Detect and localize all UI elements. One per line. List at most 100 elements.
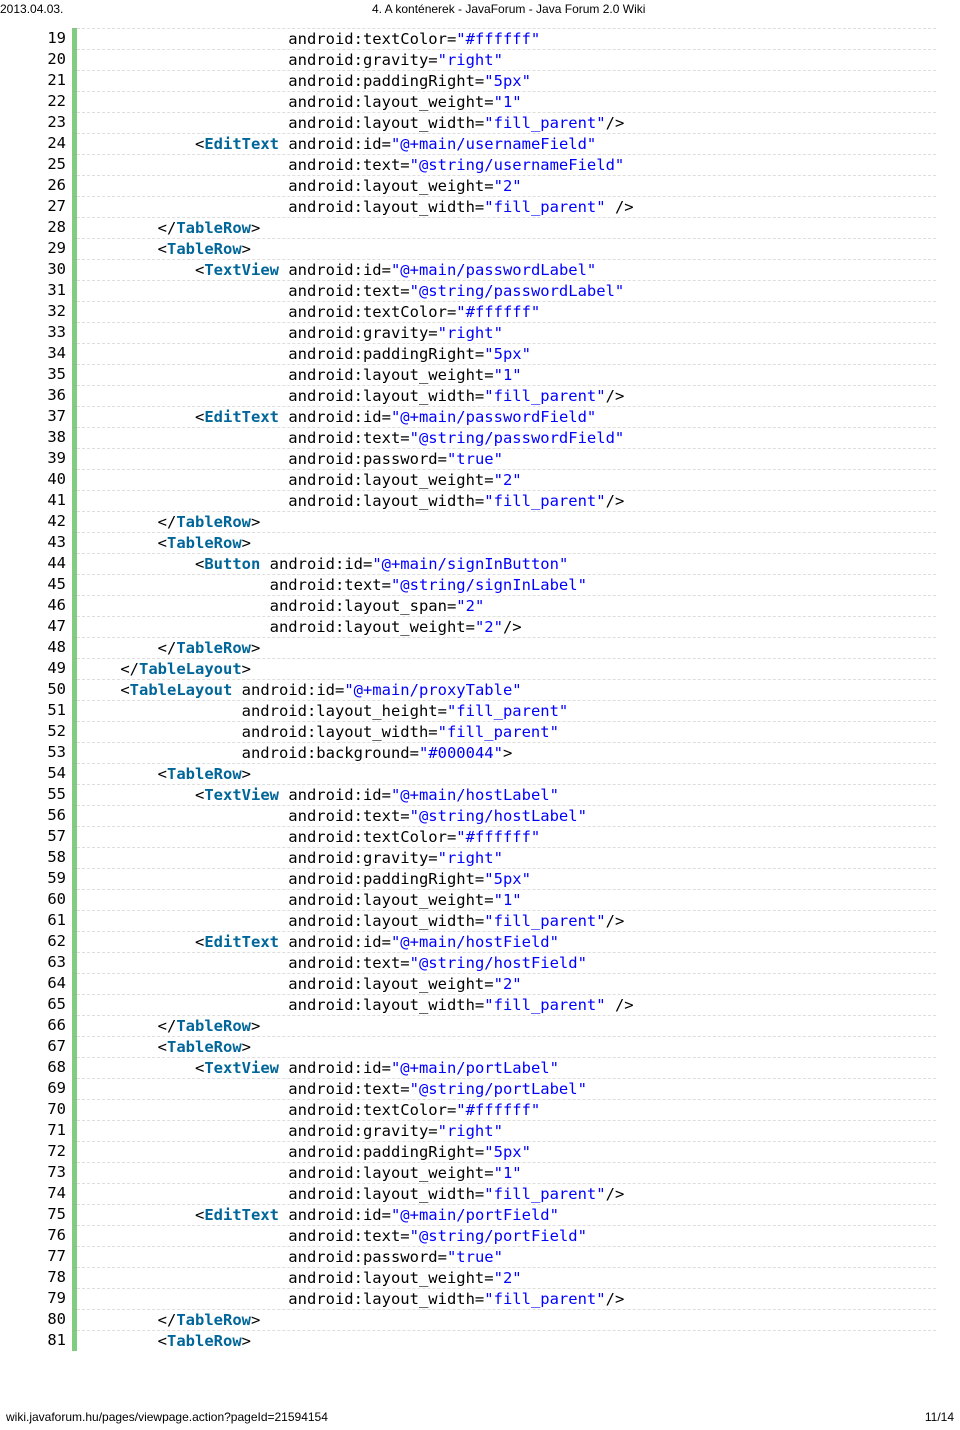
code-content: android:paddingRight="5px" [77, 70, 936, 91]
code-content: android:text="@string/passwordField" [77, 427, 936, 448]
line-number: 48 [36, 637, 72, 658]
line-number: 41 [36, 490, 72, 511]
code-content: android:layout_width="fill_parent"/> [77, 112, 936, 133]
line-number: 59 [36, 868, 72, 889]
code-line: 64 android:layout_weight="2" [36, 973, 936, 994]
code-content: <EditText android:id="@+main/portField" [77, 1204, 936, 1225]
line-number: 57 [36, 826, 72, 847]
line-number: 33 [36, 322, 72, 343]
code-content: android:text="@string/portLabel" [77, 1078, 936, 1099]
code-line: 65 android:layout_width="fill_parent" /> [36, 994, 936, 1015]
code-content: android:layout_width="fill_parent"/> [77, 910, 936, 931]
code-line: 63 android:text="@string/hostField" [36, 952, 936, 973]
line-number: 65 [36, 994, 72, 1015]
line-number: 39 [36, 448, 72, 469]
code-line: 44 <Button android:id="@+main/signInButt… [36, 553, 936, 574]
line-number: 73 [36, 1162, 72, 1183]
footer-page: 11/14 [925, 1410, 954, 1424]
code-line: 38 android:text="@string/passwordField" [36, 427, 936, 448]
line-number: 60 [36, 889, 72, 910]
line-number: 35 [36, 364, 72, 385]
code-content: android:text="@string/hostField" [77, 952, 936, 973]
code-line: 47 android:layout_weight="2"/> [36, 616, 936, 637]
code-line: 76 android:text="@string/portField" [36, 1225, 936, 1246]
code-content: <TableLayout android:id="@+main/proxyTab… [77, 679, 936, 700]
code-line: 81 <TableRow> [36, 1330, 936, 1351]
code-line: 43 <TableRow> [36, 532, 936, 553]
code-content: android:paddingRight="5px" [77, 1141, 936, 1162]
line-number: 62 [36, 931, 72, 952]
code-line: 42 </TableRow> [36, 511, 936, 532]
line-number: 61 [36, 910, 72, 931]
line-number: 31 [36, 280, 72, 301]
code-line: 77 android:password="true" [36, 1246, 936, 1267]
line-number: 19 [36, 28, 72, 49]
code-line: 53 android:background="#000044"> [36, 742, 936, 763]
code-line: 55 <TextView android:id="@+main/hostLabe… [36, 784, 936, 805]
code-line: 21 android:paddingRight="5px" [36, 70, 936, 91]
code-content: </TableRow> [77, 511, 936, 532]
code-content: <TextView android:id="@+main/hostLabel" [77, 784, 936, 805]
line-number: 63 [36, 952, 72, 973]
line-number: 22 [36, 91, 72, 112]
code-content: android:paddingRight="5px" [77, 343, 936, 364]
line-number: 77 [36, 1246, 72, 1267]
code-line: 45 android:text="@string/signInLabel" [36, 574, 936, 595]
code-content: android:text="@string/hostLabel" [77, 805, 936, 826]
code-content: <TableRow> [77, 238, 936, 259]
code-line: 20 android:gravity="right" [36, 49, 936, 70]
line-number: 37 [36, 406, 72, 427]
code-content: android:layout_weight="1" [77, 91, 936, 112]
line-number: 29 [36, 238, 72, 259]
line-number: 55 [36, 784, 72, 805]
code-content: android:layout_weight="2" [77, 1267, 936, 1288]
code-content: <TextView android:id="@+main/passwordLab… [77, 259, 936, 280]
code-line: 70 android:textColor="#ffffff" [36, 1099, 936, 1120]
code-line: 35 android:layout_weight="1" [36, 364, 936, 385]
code-line: 19 android:textColor="#ffffff" [36, 28, 936, 49]
code-line: 78 android:layout_weight="2" [36, 1267, 936, 1288]
code-line: 67 <TableRow> [36, 1036, 936, 1057]
page-header: 2013.04.03. 4. A konténerek - JavaForum … [0, 0, 960, 22]
code-content: android:layout_width="fill_parent" /> [77, 196, 936, 217]
code-line: 54 <TableRow> [36, 763, 936, 784]
line-number: 75 [36, 1204, 72, 1225]
code-content: android:gravity="right" [77, 322, 936, 343]
code-line: 56 android:text="@string/hostLabel" [36, 805, 936, 826]
line-number: 45 [36, 574, 72, 595]
line-number: 28 [36, 217, 72, 238]
code-line: 37 <EditText android:id="@+main/password… [36, 406, 936, 427]
code-content: android:layout_width="fill_parent"/> [77, 1288, 936, 1309]
code-line: 68 <TextView android:id="@+main/portLabe… [36, 1057, 936, 1078]
code-line: 30 <TextView android:id="@+main/password… [36, 259, 936, 280]
line-number: 56 [36, 805, 72, 826]
line-number: 46 [36, 595, 72, 616]
code-line: 26 android:layout_weight="2" [36, 175, 936, 196]
line-number: 58 [36, 847, 72, 868]
code-line: 32 android:textColor="#ffffff" [36, 301, 936, 322]
code-line: 59 android:paddingRight="5px" [36, 868, 936, 889]
code-content: </TableLayout> [77, 658, 936, 679]
line-number: 34 [36, 343, 72, 364]
line-number: 50 [36, 679, 72, 700]
line-number: 81 [36, 1330, 72, 1351]
code-line: 33 android:gravity="right" [36, 322, 936, 343]
line-number: 64 [36, 973, 72, 994]
line-number: 54 [36, 763, 72, 784]
line-number: 49 [36, 658, 72, 679]
code-line: 27 android:layout_width="fill_parent" /> [36, 196, 936, 217]
code-content: </TableRow> [77, 217, 936, 238]
line-number: 47 [36, 616, 72, 637]
code-line: 25 android:text="@string/usernameField" [36, 154, 936, 175]
line-number: 30 [36, 259, 72, 280]
line-number: 23 [36, 112, 72, 133]
line-number: 43 [36, 532, 72, 553]
code-content: android:layout_weight="1" [77, 1162, 936, 1183]
code-content: <TableRow> [77, 763, 936, 784]
code-content: android:password="true" [77, 1246, 936, 1267]
header-date: 2013.04.03. [0, 2, 63, 16]
code-content: <Button android:id="@+main/signInButton" [77, 553, 936, 574]
code-line: 31 android:text="@string/passwordLabel" [36, 280, 936, 301]
header-title: 4. A konténerek - JavaForum - Java Forum… [0, 2, 954, 16]
line-number: 20 [36, 49, 72, 70]
